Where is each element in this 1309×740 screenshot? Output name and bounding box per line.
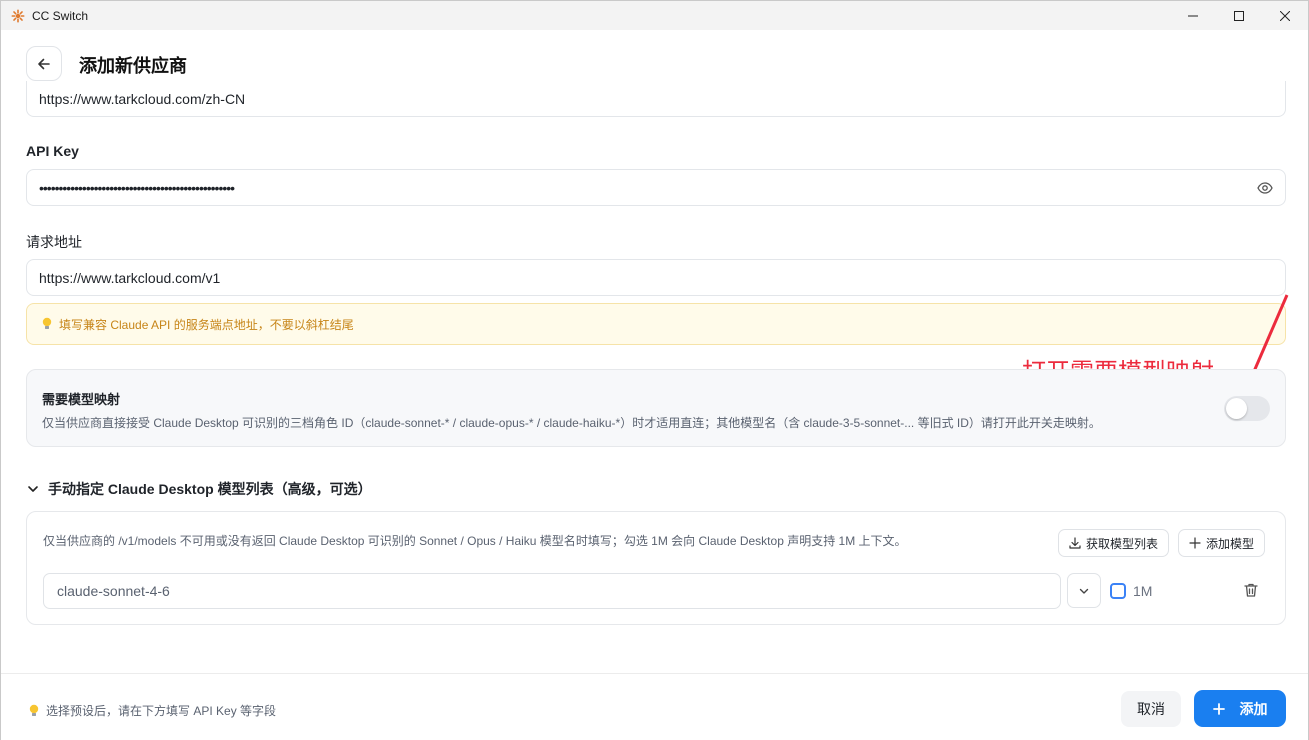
window-controls [1170, 1, 1308, 30]
fetch-models-label: 获取模型列表 [1086, 536, 1159, 551]
endpoint-label: 请求地址 [26, 234, 82, 250]
model-name-input[interactable]: claude-sonnet-4-6 [43, 573, 1061, 609]
footer-hint-text: 选择预设后，请在下方填写 API Key 等字段 [46, 704, 277, 718]
website-url-input[interactable]: https://www.tarkcloud.com/zh-CN [26, 81, 1286, 117]
back-button[interactable] [26, 46, 62, 81]
api-key-label: API Key [26, 143, 79, 159]
api-key-value: ••••••••••••••••••••••••••••••••••••••••… [39, 179, 235, 196]
endpoint-value: https://www.tarkcloud.com/v1 [39, 269, 221, 286]
download-icon [1069, 537, 1081, 549]
chevron-down-icon [1079, 588, 1089, 594]
lightbulb-icon [42, 317, 52, 329]
minimize-icon [1188, 15, 1198, 16]
close-button[interactable] [1262, 1, 1308, 30]
footer-bar: 选择预设后，请在下方填写 API Key 等字段 取消 添加 [1, 673, 1308, 740]
eye-icon[interactable] [1257, 180, 1273, 196]
add-button[interactable]: 添加 [1194, 690, 1286, 727]
arrow-left-icon [38, 58, 50, 69]
model-mapping-title: 需要模型映射 [42, 392, 121, 407]
maximize-button[interactable] [1216, 1, 1262, 30]
model-mapping-description: 仅当供应商直接接受 Claude Desktop 可识别的三档角色 ID（cla… [42, 416, 1101, 430]
app-logo-icon [11, 9, 25, 22]
add-button-label: 添加 [1239, 700, 1268, 717]
add-model-button[interactable]: 添加模型 [1178, 529, 1266, 557]
endpoint-input[interactable]: https://www.tarkcloud.com/v1 [26, 259, 1286, 296]
manual-models-card: 仅当供应商的 /v1/models 不可用或没有返回 Claude Deskto… [26, 511, 1286, 625]
context-1m-checkbox[interactable] [1110, 583, 1126, 599]
context-1m-label: 1M [1133, 583, 1153, 599]
toggle-knob [1226, 398, 1247, 419]
add-model-label: 添加模型 [1206, 536, 1255, 551]
model-mapping-toggle[interactable] [1224, 396, 1270, 421]
window-titlebar: CC Switch [1, 1, 1308, 30]
plus-icon [1189, 537, 1201, 549]
cancel-button[interactable]: 取消 [1121, 691, 1181, 727]
model-name-value: claude-sonnet-4-6 [57, 583, 170, 599]
minimize-button[interactable] [1170, 1, 1216, 30]
page-title: 添加新供应商 [79, 56, 187, 76]
trash-icon[interactable] [1243, 582, 1259, 598]
footer-hint: 选择预设后，请在下方填写 API Key 等字段 [28, 702, 276, 719]
manual-models-section-title: 手动指定 Claude Desktop 模型列表（高级，可选） [48, 481, 372, 497]
window-title: CC Switch [32, 8, 89, 23]
plus-icon [1212, 702, 1225, 715]
model-dropdown-button[interactable] [1067, 573, 1101, 608]
chevron-down-icon [28, 486, 38, 492]
model-mapping-card: 需要模型映射 仅当供应商直接接受 Claude Desktop 可识别的三档角色… [26, 369, 1286, 447]
manual-models-description: 仅当供应商的 /v1/models 不可用或没有返回 Claude Deskto… [43, 534, 907, 548]
lightbulb-icon [29, 704, 39, 716]
maximize-icon [1234, 10, 1244, 21]
endpoint-hint: 填写兼容 Claude API 的服务端点地址，不要以斜杠结尾 [26, 303, 1286, 345]
manual-models-section-toggle[interactable]: 手动指定 Claude Desktop 模型列表（高级，可选） [27, 479, 372, 499]
close-icon [1280, 10, 1290, 21]
website-url-value: https://www.tarkcloud.com/zh-CN [39, 90, 246, 107]
fetch-models-button[interactable]: 获取模型列表 [1058, 529, 1170, 557]
endpoint-hint-text: 填写兼容 Claude API 的服务端点地址，不要以斜杠结尾 [59, 317, 354, 332]
api-key-input[interactable]: ••••••••••••••••••••••••••••••••••••••••… [26, 169, 1286, 206]
